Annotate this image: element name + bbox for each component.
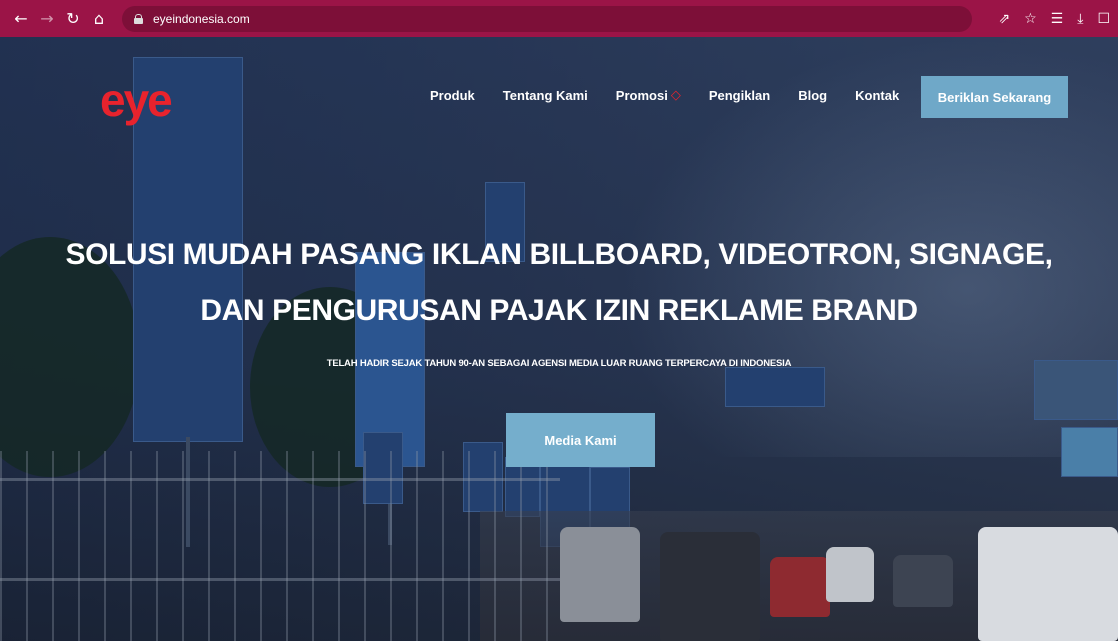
nav-item-produk[interactable]: Produk: [430, 88, 475, 103]
url-text: eyeindonesia.com: [153, 11, 250, 26]
nav-item-tentang-kami[interactable]: Tentang Kami: [503, 88, 588, 103]
nav-item-kontak[interactable]: Kontak: [855, 88, 899, 103]
media-kami-button[interactable]: Media Kami: [506, 413, 655, 467]
logo[interactable]: eye: [100, 77, 173, 123]
reading-list-icon[interactable]: ☰: [1051, 11, 1064, 27]
background-billboard: [1061, 427, 1118, 477]
background-car: [893, 555, 953, 607]
window-icon[interactable]: ☐: [1097, 11, 1110, 27]
nav-item-promosi[interactable]: Promosi ◇: [616, 88, 681, 103]
background-car: [826, 547, 874, 602]
background-car: [560, 527, 640, 622]
hero-section: eye Produk Tentang Kami Promosi ◇ Pengik…: [0, 37, 1118, 641]
hero-subheadline: TELAH HADIR SEJAK TAHUN 90-AN SEBAGAI AG…: [326, 358, 792, 369]
background-fence-rail: [0, 578, 560, 581]
nav-item-promosi-label: Promosi: [615, 88, 668, 103]
reload-icon[interactable]: ↻: [62, 8, 84, 30]
background-tree: [0, 237, 140, 477]
forward-arrow-icon[interactable]: →: [36, 8, 58, 30]
star-icon[interactable]: ☆: [1024, 11, 1037, 27]
background-car: [770, 557, 830, 617]
address-bar[interactable]: eyeindonesia.com: [122, 5, 972, 32]
nav-item-blog[interactable]: Blog: [798, 88, 827, 103]
share-icon[interactable]: ⇗: [998, 11, 1010, 27]
cta-button[interactable]: Beriklan Sekarang: [921, 76, 1068, 118]
tag-icon: ◇: [670, 88, 681, 103]
background-billboard: [725, 367, 825, 407]
background-car: [978, 527, 1118, 641]
main-nav: Produk Tentang Kami Promosi ◇ Pengiklan …: [430, 88, 899, 103]
background-billboard: [1034, 360, 1118, 420]
hero-headline-line2: DAN PENGURUSAN PAJAK IZIN REKLAME BRAND: [200, 294, 918, 327]
home-icon[interactable]: ⌂: [88, 8, 110, 30]
hero-headline-line1: SOLUSI MUDAH PASANG IKLAN BILLBOARD, VID…: [65, 238, 1053, 271]
background-fence-rail: [0, 478, 560, 481]
browser-toolbar: ← → ↻ ⌂ eyeindonesia.com ⇗ ☆ ☰ ⤓ ☐: [0, 0, 1118, 37]
download-icon[interactable]: ⤓: [1077, 11, 1083, 27]
background-car: [660, 532, 760, 641]
back-arrow-icon[interactable]: ←: [10, 8, 32, 30]
lock-icon: [134, 13, 143, 24]
nav-item-pengiklan[interactable]: Pengiklan: [709, 88, 770, 103]
